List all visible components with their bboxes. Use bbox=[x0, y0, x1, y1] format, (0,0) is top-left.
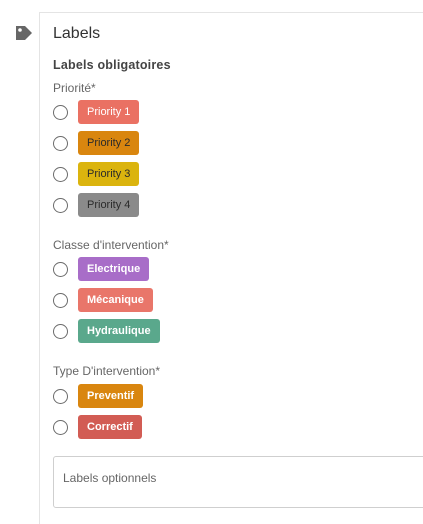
mecanique-option[interactable]: Mécanique bbox=[53, 288, 153, 312]
tag-icon bbox=[16, 26, 32, 40]
preventif-option[interactable]: Preventif bbox=[53, 384, 144, 408]
radio-button[interactable] bbox=[53, 104, 68, 120]
priority-1-option[interactable]: Priority 1 bbox=[53, 100, 140, 124]
radio-button[interactable] bbox=[53, 323, 68, 339]
hydraulique-option[interactable]: Hydraulique bbox=[53, 319, 160, 343]
radio-button[interactable] bbox=[53, 135, 68, 151]
labels-title: Labels bbox=[53, 25, 101, 42]
label-chip-mecanique[interactable]: Mécanique bbox=[78, 288, 153, 312]
label-chip-priority-4[interactable]: Priority 4 bbox=[78, 193, 140, 217]
radio-button[interactable] bbox=[53, 419, 68, 435]
label-chip-priority-2[interactable]: Priority 2 bbox=[78, 131, 140, 155]
electrique-option[interactable]: Electrique bbox=[53, 257, 150, 281]
radio-button[interactable] bbox=[53, 261, 68, 277]
priority-group-label: Priorité* bbox=[53, 81, 96, 95]
optional-labels-placeholder: Labels optionnels bbox=[63, 471, 157, 485]
intervention-type-group-label: Type D'intervention* bbox=[53, 364, 161, 378]
priority-3-option[interactable]: Priority 3 bbox=[53, 162, 140, 186]
labels-page: Labels Labels obligatoires Priorité* Pri… bbox=[0, 0, 423, 524]
labels-panel: Labels Labels obligatoires Priorité* Pri… bbox=[39, 12, 423, 524]
priority-2-option[interactable]: Priority 2 bbox=[53, 131, 140, 155]
radio-button[interactable] bbox=[53, 388, 68, 404]
optional-labels-field[interactable]: Labels optionnels bbox=[53, 456, 423, 508]
label-chip-correctif[interactable]: Correctif bbox=[78, 415, 142, 439]
label-chip-priority-3[interactable]: Priority 3 bbox=[78, 162, 140, 186]
radio-button[interactable] bbox=[53, 166, 68, 182]
radio-button[interactable] bbox=[53, 292, 68, 308]
label-chip-electrique[interactable]: Electrique bbox=[78, 257, 150, 281]
label-chip-hydraulique[interactable]: Hydraulique bbox=[78, 319, 160, 343]
label-chip-priority-1[interactable]: Priority 1 bbox=[78, 100, 140, 124]
intervention-class-group-label: Classe d'intervention* bbox=[53, 238, 169, 252]
correctif-option[interactable]: Correctif bbox=[53, 415, 142, 439]
label-chip-preventif[interactable]: Preventif bbox=[78, 384, 144, 408]
radio-button[interactable] bbox=[53, 197, 68, 213]
priority-4-option[interactable]: Priority 4 bbox=[53, 193, 140, 217]
required-labels-heading: Labels obligatoires bbox=[53, 58, 171, 72]
